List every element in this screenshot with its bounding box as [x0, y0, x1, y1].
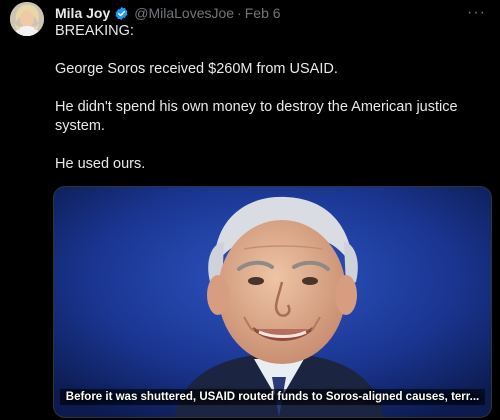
more-dots-icon[interactable]: ··· [467, 4, 486, 22]
post-date[interactable]: Feb 6 [245, 5, 281, 21]
tweet-line: He didn't spend his own money to destroy… [55, 99, 458, 134]
video-caption: Before it was shuttered, USAID routed fu… [54, 389, 491, 405]
tweet-line: George Soros received $260M from USAID. [55, 61, 338, 77]
header-separator: · [237, 5, 242, 21]
tweet-text: BREAKING: George Soros received $260M fr… [55, 22, 485, 174]
verified-badge-icon [114, 6, 129, 21]
tweet-line: He used ours. [55, 156, 146, 172]
tweet-line: BREAKING: [55, 23, 134, 39]
display-name[interactable]: Mila Joy [55, 5, 110, 21]
tweet-header: Mila Joy @MilaLovesJoe · Feb 6 [55, 4, 281, 22]
media-image [54, 187, 491, 417]
avatar[interactable] [10, 2, 44, 36]
user-handle[interactable]: @MilaLovesJoe [134, 5, 234, 21]
tweet-media-video[interactable]: Before it was shuttered, USAID routed fu… [53, 186, 492, 418]
video-caption-text: Before it was shuttered, USAID routed fu… [59, 389, 486, 405]
tweet[interactable]: Mila Joy @MilaLovesJoe · Feb 6 ··· BREAK… [0, 0, 500, 420]
